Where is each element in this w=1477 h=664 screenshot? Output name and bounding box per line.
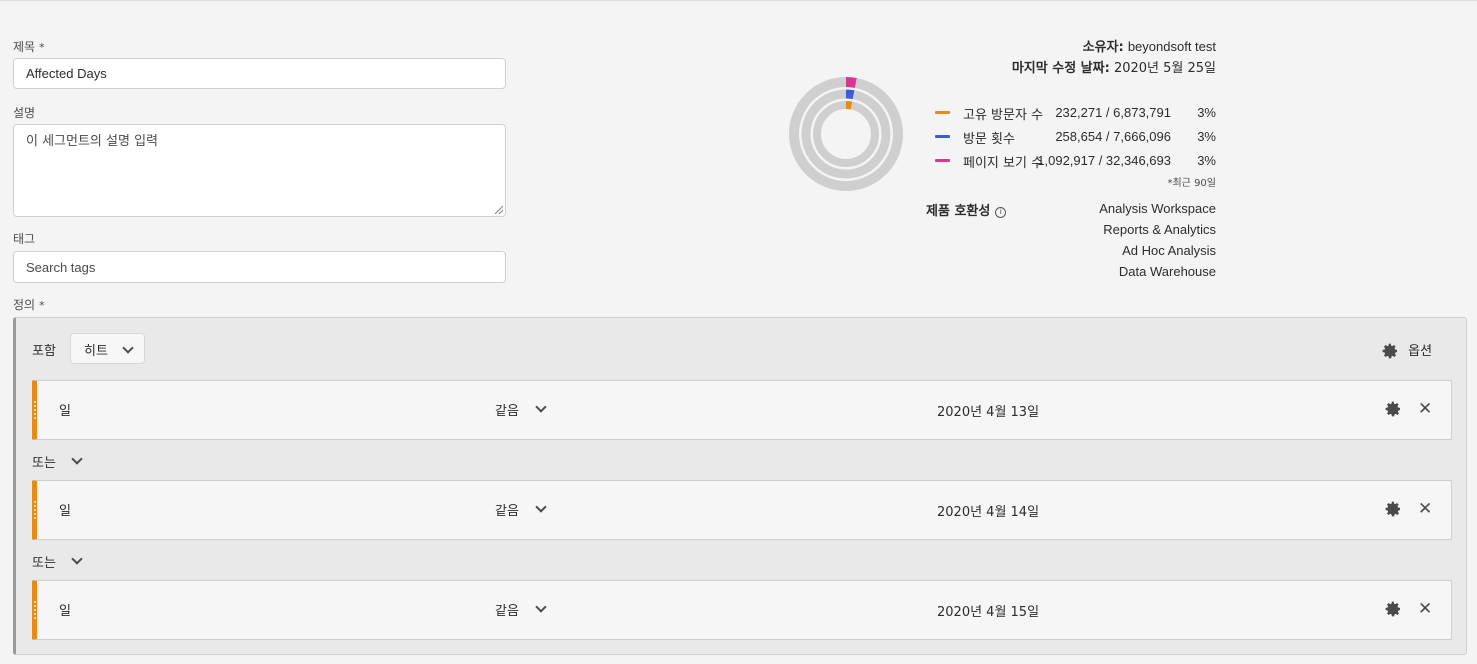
rule-value[interactable]: 2020년 4월 13일 bbox=[937, 401, 1039, 420]
legend-swatch bbox=[935, 159, 950, 162]
gear-icon[interactable] bbox=[1385, 401, 1401, 421]
product-compatibility-heading: 제품 호환성 i bbox=[926, 200, 1007, 219]
rule-dimension[interactable]: 일 bbox=[59, 400, 71, 419]
description-label: 설명 bbox=[13, 106, 36, 120]
metric-percent: 3% bbox=[1197, 129, 1216, 144]
or-label: 또는 bbox=[32, 456, 56, 471]
metric-name: 고유 방문자 수 bbox=[963, 108, 1044, 123]
rule-operator: 같음 bbox=[495, 404, 519, 419]
rule-dimension[interactable]: 일 bbox=[59, 600, 71, 619]
chevron-down-icon bbox=[535, 601, 547, 613]
compat-product: Ad Hoc Analysis bbox=[1122, 243, 1216, 258]
rule-value[interactable]: 2020년 4월 14일 bbox=[937, 501, 1039, 520]
or-dropdown[interactable]: 또는 bbox=[32, 552, 83, 571]
gear-icon bbox=[1382, 343, 1397, 359]
chevron-down-icon bbox=[535, 401, 547, 413]
metric-value: 1,092,917 / 32,346,693 bbox=[1037, 153, 1171, 168]
scope-value: 히트 bbox=[84, 344, 108, 359]
metric-row: 페이지 보기 수 1,092,917 / 32,346,693 3% bbox=[935, 152, 1216, 171]
close-icon[interactable]: ✕ bbox=[1418, 600, 1432, 618]
rule-row[interactable]: 일 같음 2020년 4월 14일 ✕ bbox=[32, 480, 1452, 540]
options-button[interactable]: 옵션 bbox=[1382, 340, 1432, 359]
resize-handle[interactable] bbox=[495, 206, 503, 214]
donut-ring-track bbox=[813, 101, 879, 167]
rule-operator-dropdown[interactable]: 같음 bbox=[495, 500, 547, 519]
rule-dimension[interactable]: 일 bbox=[59, 500, 71, 519]
or-dropdown[interactable]: 또는 bbox=[32, 452, 83, 471]
rule-value[interactable]: 2020년 4월 15일 bbox=[937, 601, 1039, 620]
rule-operator: 같음 bbox=[495, 604, 519, 619]
metric-value: 232,271 / 6,873,791 bbox=[1055, 105, 1171, 120]
recent-90-days-note: *최근 90일 bbox=[1167, 178, 1216, 189]
legend-swatch bbox=[935, 135, 950, 138]
modified-info: 마지막 수정 날짜: 2020년 5월 25일 bbox=[1011, 61, 1216, 76]
gear-icon[interactable] bbox=[1385, 501, 1401, 521]
include-label: 포함 bbox=[32, 344, 56, 359]
description-placeholder: 이 세그먼트의 설명 입력 bbox=[26, 134, 158, 149]
description-textarea[interactable]: 이 세그먼트의 설명 입력 bbox=[13, 124, 506, 217]
owner-info: 소유자: beyondsoft test bbox=[1082, 39, 1216, 55]
tags-search-input[interactable]: Search tags bbox=[13, 251, 506, 283]
scope-dropdown[interactable]: 히트 bbox=[70, 333, 145, 364]
rule-operator-dropdown[interactable]: 같음 bbox=[495, 600, 547, 619]
options-label: 옵션 bbox=[1408, 344, 1433, 359]
metric-percent: 3% bbox=[1197, 105, 1216, 120]
rule-row[interactable]: 일 같음 2020년 4월 15일 ✕ bbox=[32, 580, 1452, 640]
rule-operator-dropdown[interactable]: 같음 bbox=[495, 400, 547, 419]
chevron-down-icon bbox=[122, 342, 134, 354]
gear-icon[interactable] bbox=[1385, 601, 1401, 621]
rule-operator: 같음 bbox=[495, 504, 519, 519]
metric-row: 방문 횟수 258,654 / 7,666,096 3% bbox=[935, 128, 1216, 147]
title-input[interactable]: Affected Days bbox=[13, 58, 506, 89]
tags-label: 태그 bbox=[13, 232, 36, 246]
drag-handle[interactable] bbox=[34, 501, 36, 521]
info-icon[interactable]: i bbox=[995, 207, 1007, 218]
rule-row[interactable]: 일 같음 2020년 4월 13일 ✕ bbox=[32, 380, 1452, 440]
top-divider bbox=[0, 0, 1477, 1]
close-icon[interactable]: ✕ bbox=[1418, 500, 1432, 518]
compat-product: Analysis Workspace bbox=[1099, 201, 1216, 216]
segment-donut-chart bbox=[789, 77, 903, 191]
metric-row: 고유 방문자 수 232,271 / 6,873,791 3% bbox=[935, 104, 1216, 123]
metric-name: 방문 횟수 bbox=[963, 132, 1015, 147]
drag-handle[interactable] bbox=[34, 601, 36, 621]
compat-product: Data Warehouse bbox=[1118, 264, 1216, 279]
drag-handle[interactable] bbox=[34, 401, 36, 421]
close-icon[interactable]: ✕ bbox=[1418, 400, 1432, 418]
metric-percent: 3% bbox=[1197, 153, 1216, 168]
title-label: 제목 * bbox=[13, 40, 45, 54]
metric-value: 258,654 / 7,666,096 bbox=[1055, 129, 1171, 144]
compat-product: Reports & Analytics bbox=[1103, 222, 1216, 237]
chevron-down-icon bbox=[535, 501, 547, 513]
legend-swatch bbox=[935, 111, 950, 114]
metric-name: 페이지 보기 수 bbox=[963, 156, 1044, 171]
or-label: 또는 bbox=[32, 556, 56, 571]
definition-label: 정의 * bbox=[13, 298, 45, 312]
